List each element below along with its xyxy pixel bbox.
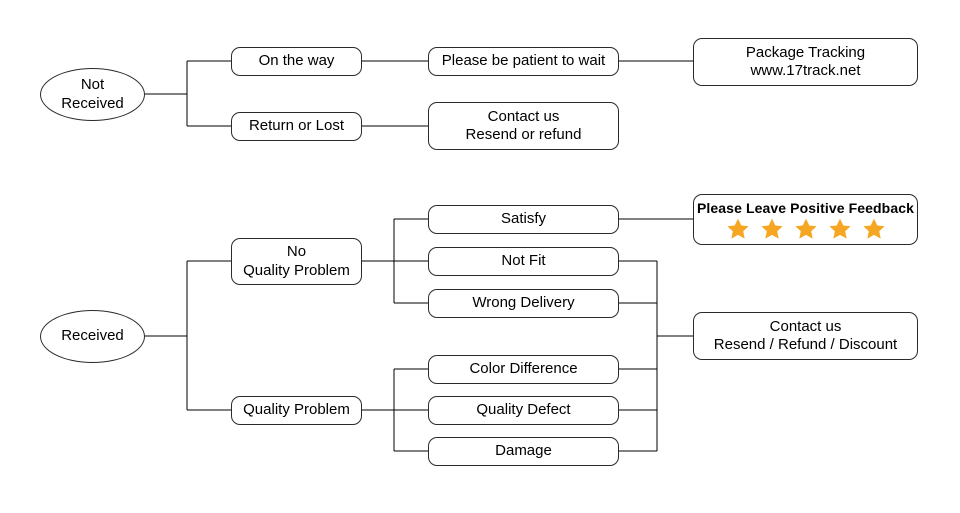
node-damage-label: Damage: [495, 442, 552, 460]
node-contact-us-resolution[interactable]: Contact us Resend / Refund / Discount: [693, 312, 918, 360]
node-quality-problem[interactable]: Quality Problem: [231, 396, 362, 425]
node-return-or-lost-label: Return or Lost: [248, 117, 345, 135]
node-wrong-delivery-label: Wrong Delivery: [472, 294, 575, 312]
node-on-the-way-label: On the way: [258, 52, 335, 70]
star-icon[interactable]: [726, 217, 750, 241]
node-contact-us-resend-refund[interactable]: Contact us Resend or refund: [428, 102, 619, 150]
node-contact-us-line1: Contact us: [487, 107, 560, 125]
star-icon[interactable]: [760, 217, 784, 241]
feedback-label: Please Leave Positive Feedback: [696, 200, 914, 216]
node-wrong-delivery[interactable]: Wrong Delivery: [428, 289, 619, 318]
node-no-quality-problem-line2: Quality Problem: [243, 261, 350, 279]
node-contact-us-line2: Resend or refund: [465, 126, 582, 143]
node-damage[interactable]: Damage: [428, 437, 619, 466]
node-no-quality-problem[interactable]: No Quality Problem: [231, 238, 362, 285]
node-package-tracking-line2: www.17track.net: [750, 62, 861, 79]
node-not-received-line1: Not: [80, 75, 105, 93]
star-icon[interactable]: [828, 217, 852, 241]
node-received-label: Received: [61, 327, 124, 345]
node-please-be-patient-label: Please be patient to wait: [441, 52, 606, 70]
node-not-received[interactable]: Not Received: [40, 68, 145, 121]
star-rating[interactable]: [726, 217, 886, 241]
node-color-difference-label: Color Difference: [469, 360, 578, 378]
node-satisfy[interactable]: Satisfy: [428, 205, 619, 234]
node-return-or-lost[interactable]: Return or Lost: [231, 112, 362, 141]
node-not-received-line2: Received: [61, 94, 124, 112]
node-resolution-line1: Contact us: [769, 317, 842, 335]
node-not-fit-label: Not Fit: [501, 252, 546, 270]
node-package-tracking[interactable]: Package Tracking www.17track.net: [693, 38, 918, 86]
node-quality-problem-label: Quality Problem: [243, 401, 350, 419]
node-on-the-way[interactable]: On the way: [231, 47, 362, 76]
node-resolution-line2: Resend / Refund / Discount: [713, 336, 898, 353]
node-satisfy-label: Satisfy: [500, 210, 546, 228]
node-color-difference[interactable]: Color Difference: [428, 355, 619, 384]
star-icon[interactable]: [794, 217, 818, 241]
flowchart-canvas: Not Received On the way Return or Lost P…: [0, 0, 960, 513]
node-no-quality-problem-line1: No: [286, 243, 307, 261]
node-received[interactable]: Received: [40, 310, 145, 363]
star-icon[interactable]: [862, 217, 886, 241]
node-not-fit[interactable]: Not Fit: [428, 247, 619, 276]
node-please-be-patient[interactable]: Please be patient to wait: [428, 47, 619, 76]
node-positive-feedback[interactable]: Please Leave Positive Feedback: [693, 194, 918, 245]
node-quality-defect-label: Quality Defect: [476, 401, 571, 419]
node-package-tracking-line1: Package Tracking: [745, 43, 866, 61]
node-quality-defect[interactable]: Quality Defect: [428, 396, 619, 425]
